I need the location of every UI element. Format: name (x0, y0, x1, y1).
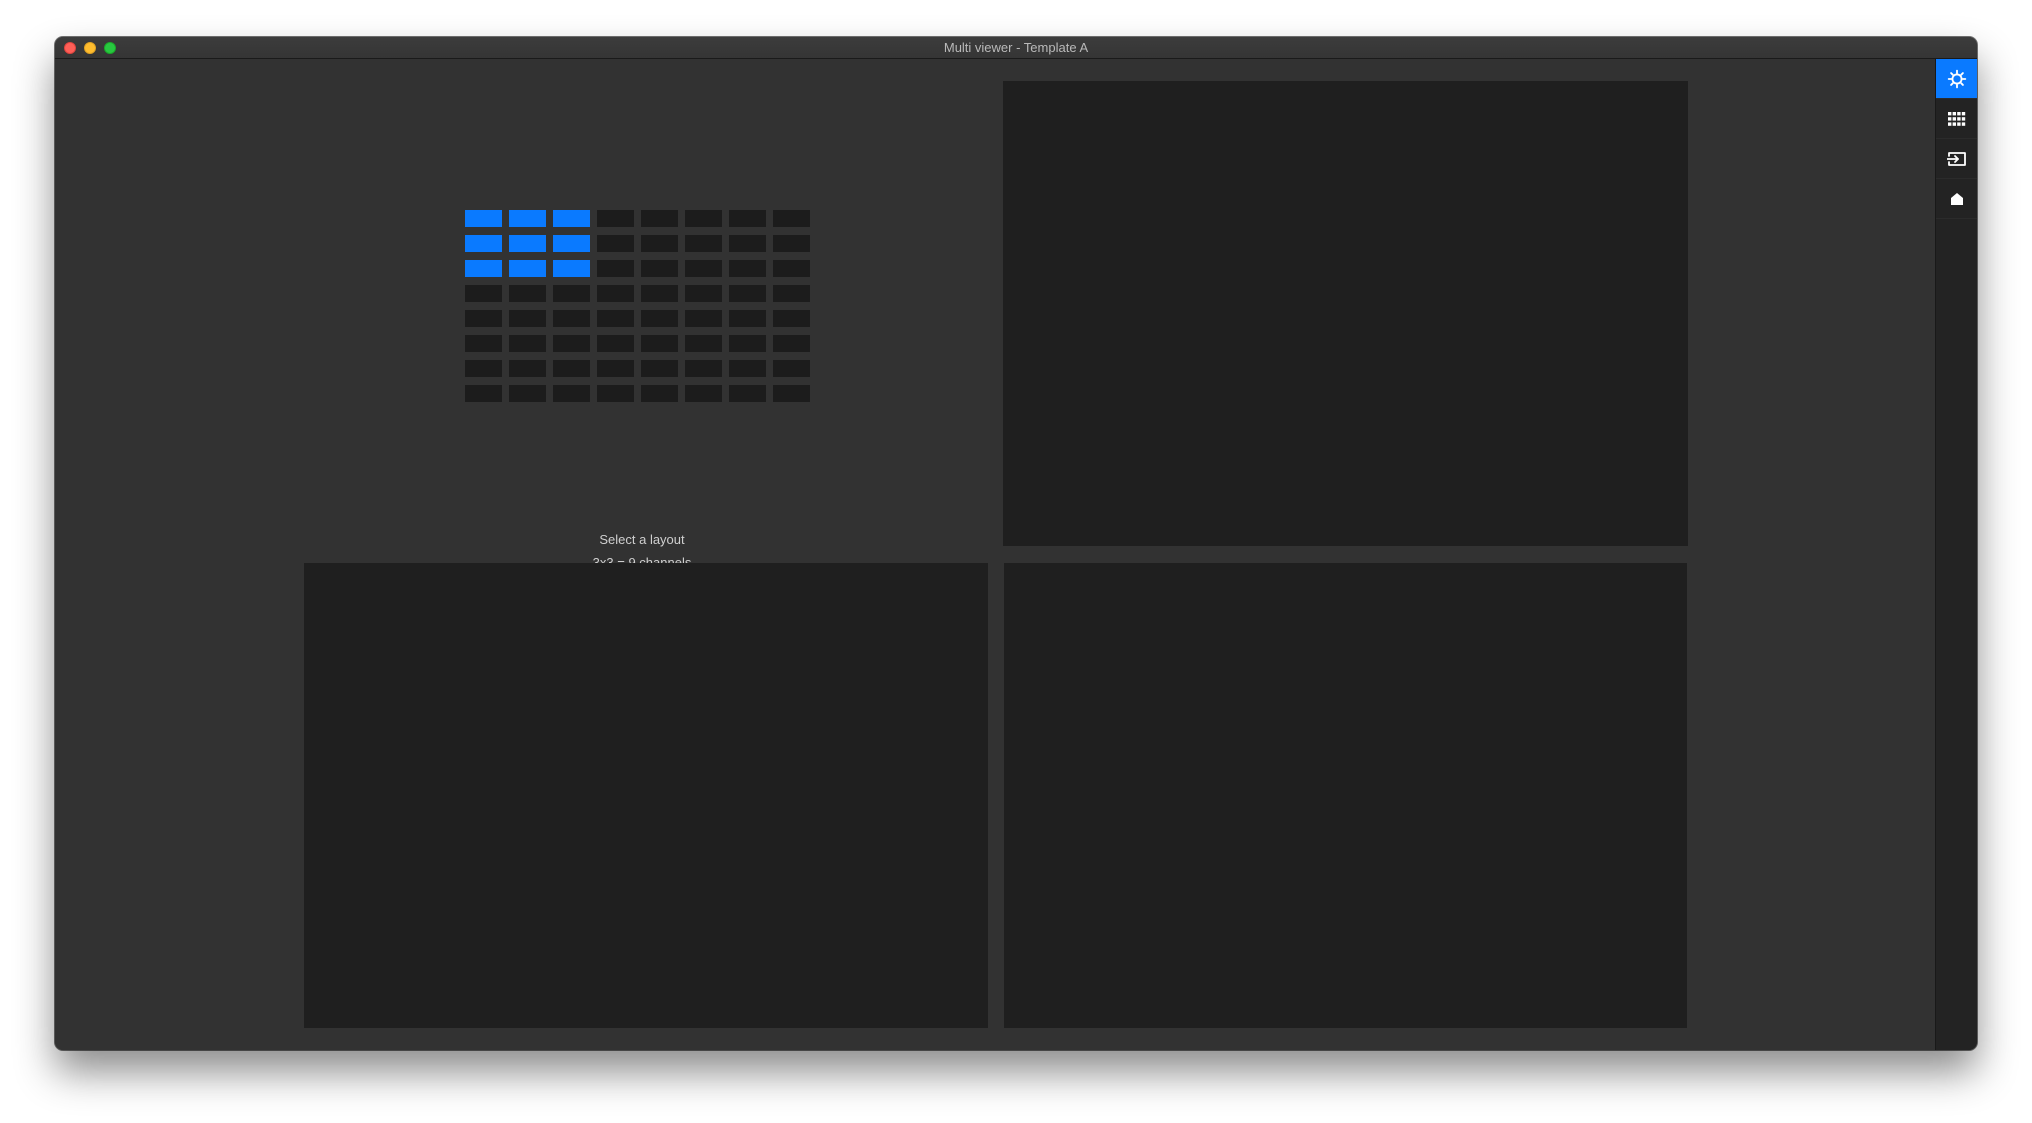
sidebar-item-input[interactable] (1936, 139, 1977, 179)
layout-cell[interactable] (685, 335, 722, 352)
layout-cell[interactable] (553, 335, 590, 352)
layout-cell[interactable] (553, 360, 590, 377)
layout-cell[interactable] (729, 235, 766, 252)
layout-cell[interactable] (729, 335, 766, 352)
viewer-panel-top-right[interactable] (1003, 81, 1688, 546)
layout-cell[interactable] (509, 285, 546, 302)
layout-cell[interactable] (465, 385, 502, 402)
layout-cell[interactable] (729, 310, 766, 327)
layout-cell[interactable] (509, 310, 546, 327)
viewer-panel-bottom-right[interactable] (1004, 563, 1687, 1028)
layout-cell[interactable] (729, 360, 766, 377)
layout-cell[interactable] (509, 210, 546, 227)
sidebar-item-layout-grid[interactable] (1936, 99, 1977, 139)
layout-cell[interactable] (597, 335, 634, 352)
layout-cell[interactable] (597, 310, 634, 327)
layout-cell[interactable] (685, 310, 722, 327)
layout-cell[interactable] (773, 360, 810, 377)
layout-cell[interactable] (597, 210, 634, 227)
input-icon (1946, 151, 1967, 167)
layout-cell[interactable] (641, 285, 678, 302)
layout-cell[interactable] (509, 260, 546, 277)
layout-cell[interactable] (641, 385, 678, 402)
layout-cell[interactable] (729, 285, 766, 302)
title-bar[interactable]: Multi viewer - Template A (55, 37, 1977, 59)
layout-cell[interactable] (685, 285, 722, 302)
viewer-panel-bottom-left[interactable] (304, 563, 988, 1028)
layout-cell[interactable] (773, 210, 810, 227)
layout-cell[interactable] (773, 260, 810, 277)
layout-cell[interactable] (641, 210, 678, 227)
layout-cell[interactable] (641, 335, 678, 352)
layout-cell[interactable] (597, 385, 634, 402)
layout-cell[interactable] (553, 235, 590, 252)
window-title: Multi viewer - Template A (943, 40, 1089, 55)
layout-cell[interactable] (641, 260, 678, 277)
layout-cell[interactable] (509, 335, 546, 352)
layout-cell[interactable] (729, 385, 766, 402)
layout-cell[interactable] (509, 385, 546, 402)
layout-cell[interactable] (509, 360, 546, 377)
layout-cell[interactable] (773, 235, 810, 252)
layout-cell[interactable] (685, 260, 722, 277)
layout-cell[interactable] (465, 235, 502, 252)
layout-cell[interactable] (641, 310, 678, 327)
layout-cell[interactable] (465, 335, 502, 352)
layout-cell[interactable] (685, 210, 722, 227)
layout-cell[interactable] (597, 235, 634, 252)
layout-cell[interactable] (641, 235, 678, 252)
layout-cell[interactable] (773, 285, 810, 302)
layout-cell[interactable] (597, 360, 634, 377)
layout-cell[interactable] (553, 310, 590, 327)
home-icon (1950, 192, 1964, 206)
layout-cell[interactable] (553, 210, 590, 227)
layout-cell[interactable] (597, 260, 634, 277)
layout-prompt: Select a layout (599, 532, 685, 547)
sidebar-item-home[interactable] (1936, 179, 1977, 219)
layout-cell[interactable] (465, 360, 502, 377)
grid-icon (1947, 111, 1966, 126)
layout-cell[interactable] (553, 260, 590, 277)
layout-cell[interactable] (641, 360, 678, 377)
layout-cell[interactable] (553, 285, 590, 302)
layout-cell[interactable] (685, 385, 722, 402)
layout-cell[interactable] (465, 210, 502, 227)
layout-grid-picker[interactable] (465, 210, 820, 402)
layout-cell[interactable] (465, 260, 502, 277)
layout-cell[interactable] (597, 285, 634, 302)
layout-cell[interactable] (509, 235, 546, 252)
layout-cell[interactable] (685, 235, 722, 252)
layout-cell[interactable] (465, 285, 502, 302)
layout-cell[interactable] (773, 335, 810, 352)
sidebar-item-settings[interactable] (1936, 59, 1977, 99)
layout-cell[interactable] (729, 210, 766, 227)
right-sidebar (1935, 59, 1977, 1050)
layout-cell[interactable] (465, 310, 502, 327)
layout-cell[interactable] (729, 260, 766, 277)
layout-cell[interactable] (685, 360, 722, 377)
layout-cell[interactable] (773, 385, 810, 402)
app-window: Multi viewer - Template A Select a layou… (55, 37, 1977, 1050)
layout-cell[interactable] (773, 310, 810, 327)
layout-cell[interactable] (553, 385, 590, 402)
gear-icon (1947, 69, 1967, 89)
viewer-content: Select a layout 3x3 = 9 channels (55, 59, 1933, 1050)
